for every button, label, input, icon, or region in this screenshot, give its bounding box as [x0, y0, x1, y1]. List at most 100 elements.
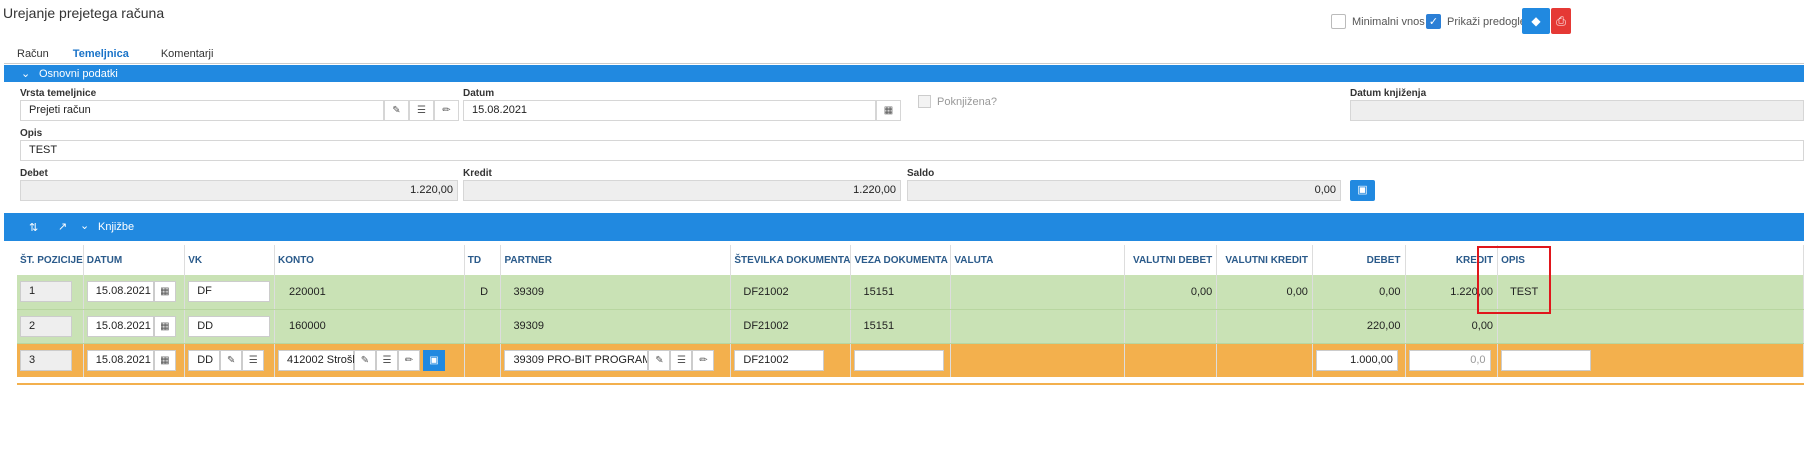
row-date-input[interactable]: 15.08.2021: [86, 349, 154, 371]
list-icon[interactable]: ☰: [242, 349, 265, 371]
edit-button[interactable]: ✏: [434, 100, 459, 121]
save-button[interactable]: ◆: [1522, 8, 1550, 34]
sort-icon[interactable]: ⇅: [29, 221, 38, 234]
col-currency-debit[interactable]: VALUTNI DEBET: [1124, 245, 1218, 275]
calendar-icon[interactable]: ▦: [153, 315, 176, 337]
list-icon[interactable]: ☰: [670, 349, 693, 371]
doc-link-input[interactable]: [854, 349, 945, 371]
eraser-icon[interactable]: ✎: [648, 349, 671, 371]
section-entries-header: ⇅ ↗ ⌄ Knjižbe: [4, 213, 1804, 241]
col-date[interactable]: DATUM: [83, 245, 186, 275]
eraser-icon[interactable]: ✎: [353, 349, 376, 371]
partner-cell: 39309: [500, 275, 732, 310]
pencil-icon[interactable]: ✏: [692, 349, 715, 371]
position-field: 1: [20, 281, 72, 303]
account-cell: 220001: [274, 275, 465, 310]
currency-credit-cell: [1216, 343, 1313, 377]
account-cell: 160000: [274, 309, 465, 344]
section-basic-header[interactable]: ⌄ Osnovni podatki: [4, 65, 1804, 82]
balance-total: 0,00: [907, 180, 1341, 201]
date-input[interactable]: 15.08.2021: [463, 100, 876, 121]
posted-label: Poknjižena?: [937, 96, 997, 108]
currency-cell: [950, 275, 1125, 310]
list-button[interactable]: ☰: [409, 100, 434, 121]
print-button[interactable]: ⎙: [1551, 8, 1571, 34]
currency-debit-cell: 0,00: [1124, 275, 1218, 310]
pencil-icon: ✏: [442, 105, 451, 116]
partner-cell: 39309: [500, 309, 732, 344]
col-doc-number[interactable]: ŠTEVILKA DOKUMENTA: [730, 245, 852, 275]
position-field: 2: [20, 315, 72, 337]
col-currency-credit[interactable]: VALUTNI KREDIT: [1216, 245, 1313, 275]
credit-label: Kredit: [463, 168, 492, 179]
row-edit-bottom: [17, 383, 1804, 385]
print-icon: ⎙: [1556, 14, 1566, 28]
doc-number-input[interactable]: DF21002: [734, 349, 825, 371]
show-preview-label: Prikaži predogled: [1447, 15, 1532, 28]
list-icon[interactable]: ☰: [375, 349, 398, 371]
chevron-down-icon: ⌄: [21, 68, 31, 80]
col-account[interactable]: KONTO: [274, 245, 465, 275]
col-td[interactable]: TD: [464, 245, 502, 275]
currency-credit-cell: 0,00: [1216, 275, 1313, 310]
credit-cell: 0,00: [1405, 309, 1499, 344]
col-doc-link[interactable]: VEZA DOKUMENTA: [850, 245, 952, 275]
col-vk[interactable]: VK: [184, 245, 275, 275]
col-currency[interactable]: VALUTA: [950, 245, 1125, 275]
col-debit[interactable]: DEBET: [1312, 245, 1406, 275]
highlight-box: [1477, 246, 1551, 314]
pencil-icon[interactable]: ✏: [397, 349, 420, 371]
table-row-editing[interactable]: 3 15.08.2021 ▦ DD ✎ ☰ 412002 Strošk ✎ ☰ ✏ ▣ 393…: [17, 343, 1804, 377]
doc-link-cell: 15151: [850, 309, 952, 344]
table-row[interactable]: 2 15.08.2021 ▦ DD 160000 39309 DF21002 15…: [17, 309, 1804, 344]
partner-input[interactable]: 39309 PRO-BIT PROGRAMSKA: [504, 349, 649, 371]
vk-input[interactable]: DD: [188, 315, 271, 337]
row-date-input[interactable]: 15.08.2021: [86, 281, 154, 303]
posting-date-label: Datum knjiženja: [1350, 88, 1427, 99]
credit-input[interactable]: 0,0: [1408, 349, 1491, 371]
voucher-type-label: Vrsta temeljnice: [20, 88, 97, 99]
chevron-down-icon[interactable]: ⌄: [80, 219, 89, 232]
currency-cell: [950, 309, 1125, 344]
vk-input[interactable]: DF: [188, 281, 271, 303]
tab-divider: [4, 63, 1804, 64]
list-icon: ☰: [417, 105, 426, 116]
minimal-entry-toggle[interactable]: Minimalni vnos: [1331, 14, 1425, 29]
description-label: Opis: [20, 128, 43, 139]
debit-cell: 220,00: [1312, 309, 1406, 344]
show-preview-toggle[interactable]: ✓ Prikaži predogled: [1426, 14, 1532, 29]
doc-number-cell: DF21002: [730, 275, 852, 310]
expand-icon[interactable]: ↗: [58, 220, 67, 233]
calendar-icon: ▦: [883, 105, 894, 116]
col-partner[interactable]: PARTNER: [500, 245, 732, 275]
debit-input[interactable]: 1.000,00: [1315, 349, 1398, 371]
balance-calc-button[interactable]: ▣: [1350, 180, 1375, 201]
calendar-icon[interactable]: ▦: [153, 349, 176, 371]
row-date-input[interactable]: 15.08.2021: [86, 315, 154, 337]
date-picker-button[interactable]: ▦: [876, 100, 901, 121]
save-icon: ◆: [1531, 14, 1541, 28]
calendar-icon[interactable]: ▦: [153, 281, 176, 303]
doc-link-cell: 15151: [850, 275, 952, 310]
calculator-icon[interactable]: ▣: [422, 349, 445, 371]
account-input[interactable]: 412002 Strošk: [277, 349, 358, 371]
currency-debit-cell: [1124, 343, 1218, 377]
description-input[interactable]: TEST: [20, 140, 1804, 161]
eraser-icon: ✎: [392, 105, 401, 116]
page-title: Urejanje prejetega računa: [3, 5, 165, 21]
calculator-icon: ▣: [1357, 184, 1368, 196]
section-basic-title: Osnovni podatki: [39, 68, 118, 80]
posted-checkbox[interactable]: [918, 95, 931, 108]
section-entries-title: Knjižbe: [98, 221, 135, 233]
currency-debit-cell: [1124, 309, 1218, 344]
description-input[interactable]: [1501, 349, 1592, 371]
debit-total: 1.220,00: [20, 180, 458, 201]
debit-cell: 0,00: [1312, 275, 1406, 310]
voucher-type-input[interactable]: Prejeti račun: [20, 100, 384, 121]
minimal-entry-checkbox[interactable]: [1331, 14, 1346, 29]
vk-input[interactable]: DD: [188, 349, 221, 371]
eraser-icon[interactable]: ✎: [220, 349, 243, 371]
show-preview-checkbox[interactable]: ✓: [1426, 14, 1441, 29]
clear-button[interactable]: ✎: [384, 100, 409, 121]
col-position[interactable]: ŠT. POZICIJE: [17, 245, 84, 275]
